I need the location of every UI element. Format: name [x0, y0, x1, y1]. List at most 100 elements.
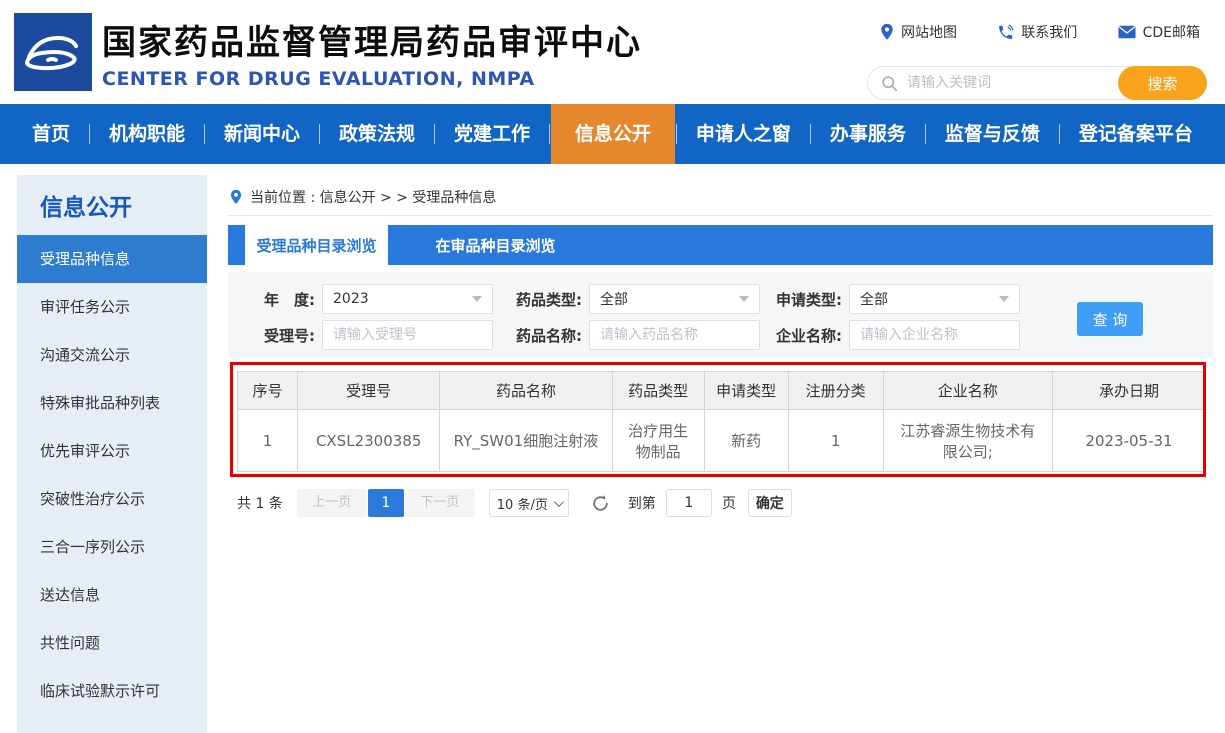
col-header-apply-type: 申请类型 [704, 372, 788, 410]
nav-item-party[interactable]: 党建工作 [436, 104, 548, 164]
search-bar: 搜索 [867, 66, 1207, 100]
nav-separator [810, 124, 811, 144]
nav-item-registration-platform[interactable]: 登记备案平台 [1061, 104, 1211, 164]
sidebar-item-clinical-trial-license[interactable]: 临床试验默示许可 [17, 667, 207, 715]
cell-drug-name: RY_SW01细胞注射液 [440, 410, 612, 472]
sidebar-item-special-approval[interactable]: 特殊审批品种列表 [17, 379, 207, 427]
nav-item-home[interactable]: 首页 [14, 104, 88, 164]
table-row: 1 CXSL2300385 RY_SW01细胞注射液 治疗用生物制品 新药 1 … [238, 410, 1206, 472]
sidebar-item-delivery-info[interactable]: 送达信息 [17, 571, 207, 619]
tab-under-review-catalog[interactable]: 在审品种目录浏览 [388, 225, 603, 265]
refresh-icon [591, 494, 610, 513]
nav-item-applicant-window[interactable]: 申请人之窗 [678, 104, 809, 164]
nav-separator [676, 124, 677, 144]
goto-page-input[interactable] [666, 489, 712, 517]
main-content: 当前位置 : 信息公开 > > 受理品种信息 受理品种目录浏览 在审品种目录浏览… [228, 175, 1213, 733]
drug-name-input[interactable] [600, 327, 749, 343]
sidebar-item-review-tasks[interactable]: 审评任务公示 [17, 283, 207, 331]
company-input[interactable] [860, 327, 1009, 343]
accept-no-field-group: 受理号: [264, 320, 493, 350]
chevron-down-icon [472, 296, 482, 302]
results-table: 序号 受理号 药品名称 药品类型 申请类型 注册分类 企业名称 承办日期 1 C… [237, 371, 1206, 472]
cell-accept-no: CXSL2300385 [298, 410, 440, 472]
nav-item-news[interactable]: 新闻中心 [206, 104, 318, 164]
search-input[interactable] [898, 75, 1119, 91]
cell-date: 2023-05-31 [1053, 410, 1206, 472]
apply-type-select[interactable]: 全部 [849, 284, 1020, 314]
col-header-index: 序号 [238, 372, 298, 410]
tab-bar: 受理品种目录浏览 在审品种目录浏览 [228, 225, 1213, 265]
accept-no-input[interactable] [333, 327, 482, 343]
sidebar-item-common-issues[interactable]: 共性问题 [17, 619, 207, 667]
mailbox-link[interactable]: CDE邮箱 [1118, 22, 1200, 42]
prev-page-button[interactable]: 上一页 [297, 489, 367, 517]
company-wrap [849, 320, 1020, 350]
swan-logo-icon [14, 13, 92, 91]
sidebar-item-breakthrough-therapy[interactable]: 突破性治疗公示 [17, 475, 207, 523]
drug-name-wrap [589, 320, 760, 350]
sidebar-item-three-in-one[interactable]: 三合一序列公示 [17, 523, 207, 571]
apply-type-label: 申请类型: [776, 289, 842, 310]
confirm-button[interactable]: 确定 [748, 489, 792, 517]
sidebar: 信息公开 受理品种信息 审评任务公示 沟通交流公示 特殊审批品种列表 优先审评公… [17, 175, 207, 733]
drug-type-select[interactable]: 全部 [589, 284, 760, 314]
sidebar-item-priority-review[interactable]: 优先审评公示 [17, 427, 207, 475]
breadcrumb-text: 当前位置 : 信息公开 > > 受理品种信息 [250, 187, 496, 207]
accept-no-wrap [322, 320, 493, 350]
nav-separator [925, 124, 926, 144]
search-icon [881, 75, 898, 92]
page-size-select[interactable]: 10 条/页 [489, 489, 569, 517]
col-header-reg-class: 注册分类 [788, 372, 883, 410]
search-button[interactable]: 搜索 [1118, 66, 1207, 100]
cell-apply-type: 新药 [704, 410, 788, 472]
nav-separator [204, 124, 205, 144]
nav-separator [434, 124, 435, 144]
cell-drug-type: 治疗用生物制品 [612, 410, 704, 472]
chevron-down-icon [554, 497, 564, 507]
goto-page-suffix: 页 [722, 493, 736, 513]
refresh-button[interactable] [591, 494, 610, 513]
quick-links: 网站地图 联系我们 CDE邮箱 [880, 22, 1200, 42]
sitemap-link[interactable]: 网站地图 [880, 22, 957, 42]
location-pin-icon [880, 23, 894, 41]
site-subtitle: CENTER FOR DRUG EVALUATION, NMPA [102, 68, 642, 90]
drug-type-field-group: 药品类型: 全部 [516, 284, 760, 314]
nav-item-policy[interactable]: 政策法规 [321, 104, 433, 164]
main-nav: 首页 机构职能 新闻中心 政策法规 党建工作 信息公开 申请人之窗 办事服务 监… [0, 104, 1225, 164]
contact-label: 联系我们 [1021, 22, 1077, 42]
nav-item-services[interactable]: 办事服务 [812, 104, 924, 164]
cell-reg-class: 1 [788, 410, 883, 472]
nav-separator [319, 124, 320, 144]
contact-link[interactable]: 联系我们 [997, 22, 1077, 42]
current-page-button[interactable]: 1 [368, 489, 404, 517]
year-select[interactable]: 2023 [322, 284, 493, 314]
sidebar-item-accepted-varieties[interactable]: 受理品种信息 [17, 235, 207, 283]
sidebar-title: 信息公开 [17, 175, 207, 235]
cde-logo [14, 13, 92, 91]
next-page-button[interactable]: 下一页 [405, 489, 475, 517]
sitemap-label: 网站地图 [901, 22, 957, 42]
apply-type-field-group: 申请类型: 全部 [776, 284, 1020, 314]
nav-item-functions[interactable]: 机构职能 [91, 104, 203, 164]
sidebar-item-communication[interactable]: 沟通交流公示 [17, 331, 207, 379]
year-field-group: 年 度: 2023 [264, 284, 493, 314]
cell-index: 1 [238, 410, 298, 472]
apply-type-value: 全部 [860, 289, 888, 309]
drug-name-field-group: 药品名称: [516, 320, 760, 350]
year-value: 2023 [333, 291, 369, 307]
mail-icon [1118, 25, 1136, 39]
nav-item-info-disclosure[interactable]: 信息公开 [551, 104, 675, 164]
year-label: 年 度: [264, 289, 315, 310]
location-pin-icon [230, 189, 242, 205]
pagination: 共 1 条 上一页 1 下一页 10 条/页 到第 页 确定 [237, 489, 792, 517]
accept-no-label: 受理号: [264, 325, 315, 346]
drug-name-label: 药品名称: [516, 325, 582, 346]
tab-accepted-catalog[interactable]: 受理品种目录浏览 [245, 225, 388, 265]
company-label: 企业名称: [776, 325, 842, 346]
nav-item-supervision[interactable]: 监督与反馈 [927, 104, 1058, 164]
col-header-drug-name: 药品名称 [440, 372, 612, 410]
query-button[interactable]: 查 询 [1077, 302, 1143, 336]
col-header-company: 企业名称 [883, 372, 1052, 410]
mailbox-label: CDE邮箱 [1143, 22, 1200, 42]
nav-separator [549, 124, 550, 144]
